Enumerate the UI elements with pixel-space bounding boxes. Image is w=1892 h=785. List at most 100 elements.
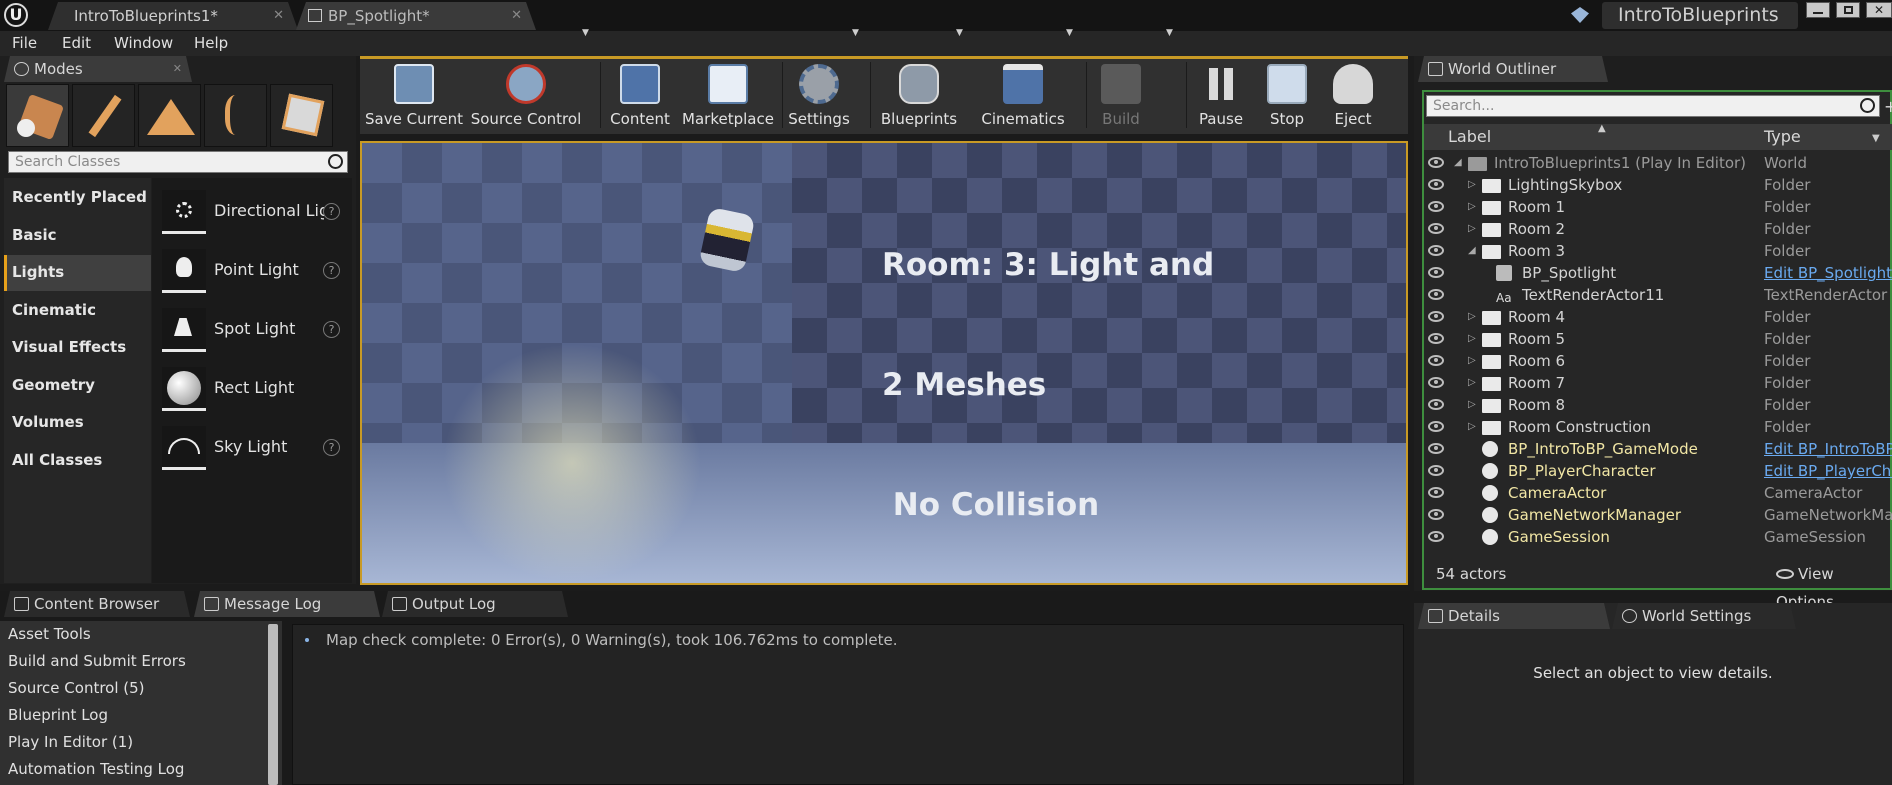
visibility-eye-icon[interactable] <box>1428 355 1444 366</box>
visibility-eye-icon[interactable] <box>1428 179 1444 190</box>
settings-button[interactable]: Settings <box>784 60 854 132</box>
expand-arrow-icon[interactable]: ▷ <box>1468 196 1476 218</box>
marketplace-button[interactable]: Marketplace <box>680 60 776 132</box>
menu-file[interactable]: File <box>12 34 37 52</box>
expand-arrow-icon[interactable]: ▷ <box>1468 350 1476 372</box>
outliner-row[interactable]: ▷ LightingSkybox Folder <box>1424 174 1892 196</box>
save-current-button[interactable]: Save Current <box>362 60 466 132</box>
visibility-eye-icon[interactable] <box>1428 267 1444 278</box>
blueprints-button[interactable]: Blueprints <box>872 60 966 132</box>
edit-blueprint-link[interactable]: Edit BP_IntroToBP_GameMode <box>1764 438 1892 460</box>
source-control-button[interactable]: Source Control <box>470 60 582 132</box>
help-icon[interactable]: ? <box>323 321 340 338</box>
log-category-source-control[interactable]: Source Control (5) <box>8 679 145 697</box>
outliner-search-input[interactable]: Search... <box>1426 95 1880 117</box>
light-item-rect[interactable]: Rect Light <box>162 364 350 414</box>
tab-message-log[interactable]: Message Log <box>194 591 380 617</box>
document-tab-blueprint[interactable]: BP_Spotlight* ✕ <box>296 2 536 30</box>
outliner-row[interactable]: ◢ Room 3 Folder <box>1424 240 1892 262</box>
search-icon[interactable] <box>328 154 343 169</box>
tab-content-browser[interactable]: Content Browser <box>4 591 190 617</box>
build-dropdown-icon[interactable]: ▼ <box>1166 28 1173 38</box>
tab-output-log[interactable]: Output Log <box>382 591 568 617</box>
edit-blueprint-link[interactable]: Edit BP_PlayerCharacter <box>1764 460 1892 482</box>
visibility-eye-icon[interactable] <box>1428 465 1444 476</box>
expand-arrow-icon[interactable]: ▷ <box>1468 372 1476 394</box>
document-tab-level[interactable]: IntroToBlueprints1* ✕ <box>48 2 298 30</box>
search-classes-input[interactable]: Search Classes <box>8 151 348 173</box>
light-item-point[interactable]: Point Light ? <box>162 246 350 296</box>
outliner-row[interactable]: ▷ Room 4 Folder <box>1424 306 1892 328</box>
log-category-blueprint-log[interactable]: Blueprint Log <box>8 706 108 724</box>
tab-world-outliner[interactable]: World Outliner <box>1418 56 1608 82</box>
outliner-row[interactable]: CameraActor CameraActor <box>1424 482 1892 504</box>
build-button[interactable]: Build <box>1088 60 1154 132</box>
stop-button[interactable]: Stop <box>1256 60 1318 132</box>
light-item-sky[interactable]: Sky Light ? <box>162 423 350 473</box>
column-type-header[interactable]: Type <box>1764 124 1801 150</box>
category-all-classes[interactable]: All Classes <box>4 443 151 479</box>
visibility-eye-icon[interactable] <box>1428 289 1444 300</box>
geometry-mode-button[interactable] <box>270 84 333 147</box>
help-icon[interactable]: ? <box>323 203 340 220</box>
outliner-row[interactable]: Aa TextRenderActor11 TextRenderActor <box>1424 284 1892 306</box>
light-item-directional[interactable]: Directional Light ? <box>162 187 350 237</box>
visibility-eye-icon[interactable] <box>1428 223 1444 234</box>
close-icon[interactable]: ✕ <box>511 2 522 30</box>
visibility-eye-icon[interactable] <box>1428 421 1444 432</box>
close-icon[interactable]: ✕ <box>173 56 182 82</box>
minimize-button[interactable] <box>1806 2 1830 18</box>
log-category-automation-testing[interactable]: Automation Testing Log <box>8 760 184 778</box>
log-category-play-in-editor[interactable]: Play In Editor (1) <box>8 733 133 751</box>
place-mode-button[interactable] <box>6 84 69 147</box>
column-options-icon[interactable]: ▼ <box>1872 126 1880 152</box>
visibility-eye-icon[interactable] <box>1428 333 1444 344</box>
log-category-asset-tools[interactable]: Asset Tools <box>8 625 91 643</box>
visibility-eye-icon[interactable] <box>1428 487 1444 498</box>
category-geometry[interactable]: Geometry <box>4 368 151 404</box>
outliner-row[interactable]: ▷ Room 7 Folder <box>1424 372 1892 394</box>
category-cinematic[interactable]: Cinematic <box>4 293 151 329</box>
visibility-eye-icon[interactable] <box>1428 157 1444 168</box>
tab-details[interactable]: Details <box>1418 603 1610 629</box>
visibility-eye-icon[interactable] <box>1428 201 1444 212</box>
expand-arrow-icon[interactable]: ◢ <box>1454 152 1462 174</box>
close-window-button[interactable]: ✕ <box>1866 2 1892 18</box>
expand-arrow-icon[interactable]: ▷ <box>1468 218 1476 240</box>
expand-arrow-icon[interactable]: ▷ <box>1468 328 1476 350</box>
outliner-row[interactable]: GameSession GameSession <box>1424 526 1892 548</box>
help-icon[interactable]: ? <box>323 439 340 456</box>
eject-button[interactable]: Eject <box>1320 60 1386 132</box>
visibility-eye-icon[interactable] <box>1428 377 1444 388</box>
source-control-dropdown-icon[interactable]: ▼ <box>582 28 589 38</box>
expand-arrow-icon[interactable]: ▷ <box>1468 416 1476 438</box>
category-volumes[interactable]: Volumes <box>4 405 151 441</box>
visibility-eye-icon[interactable] <box>1428 509 1444 520</box>
menu-help[interactable]: Help <box>194 34 228 52</box>
cinematics-button[interactable]: Cinematics <box>976 60 1070 132</box>
log-category-build-errors[interactable]: Build and Submit Errors <box>8 652 186 670</box>
tab-modes[interactable]: Modes ✕ <box>4 56 192 82</box>
visibility-eye-icon[interactable] <box>1428 399 1444 410</box>
outliner-row[interactable]: BP_IntroToBP_GameMode Edit BP_IntroToBP_G… <box>1424 438 1892 460</box>
expand-arrow-icon[interactable]: ◢ <box>1468 240 1476 262</box>
maximize-button[interactable] <box>1836 2 1860 18</box>
visibility-eye-icon[interactable] <box>1428 311 1444 322</box>
outliner-row[interactable]: ▷ Room 2 Folder <box>1424 218 1892 240</box>
outliner-row[interactable]: ▷ Room Construction Folder <box>1424 416 1892 438</box>
category-recently-placed[interactable]: Recently Placed <box>4 180 151 216</box>
visibility-eye-icon[interactable] <box>1428 443 1444 454</box>
edit-blueprint-link[interactable]: Edit BP_Spotlight <box>1764 262 1892 284</box>
add-actor-icon[interactable]: + <box>1884 97 1892 115</box>
outliner-row[interactable]: ▷ Room 1 Folder <box>1424 196 1892 218</box>
pause-button[interactable]: Pause <box>1190 60 1252 132</box>
expand-arrow-icon[interactable]: ▷ <box>1468 174 1476 196</box>
outliner-row[interactable]: ▷ Room 6 Folder <box>1424 350 1892 372</box>
level-viewport[interactable]: Room: 3: Light and 2 Meshes No Collision <box>360 141 1408 585</box>
category-basic[interactable]: Basic <box>4 218 151 254</box>
outliner-row[interactable]: ◢ IntroToBlueprints1 (Play In Editor) Worl… <box>1424 152 1892 174</box>
category-lights[interactable]: Lights <box>4 255 151 291</box>
blueprints-dropdown-icon[interactable]: ▼ <box>956 28 963 38</box>
tab-world-settings[interactable]: World Settings <box>1612 603 1796 629</box>
foliage-mode-button[interactable] <box>204 84 267 147</box>
